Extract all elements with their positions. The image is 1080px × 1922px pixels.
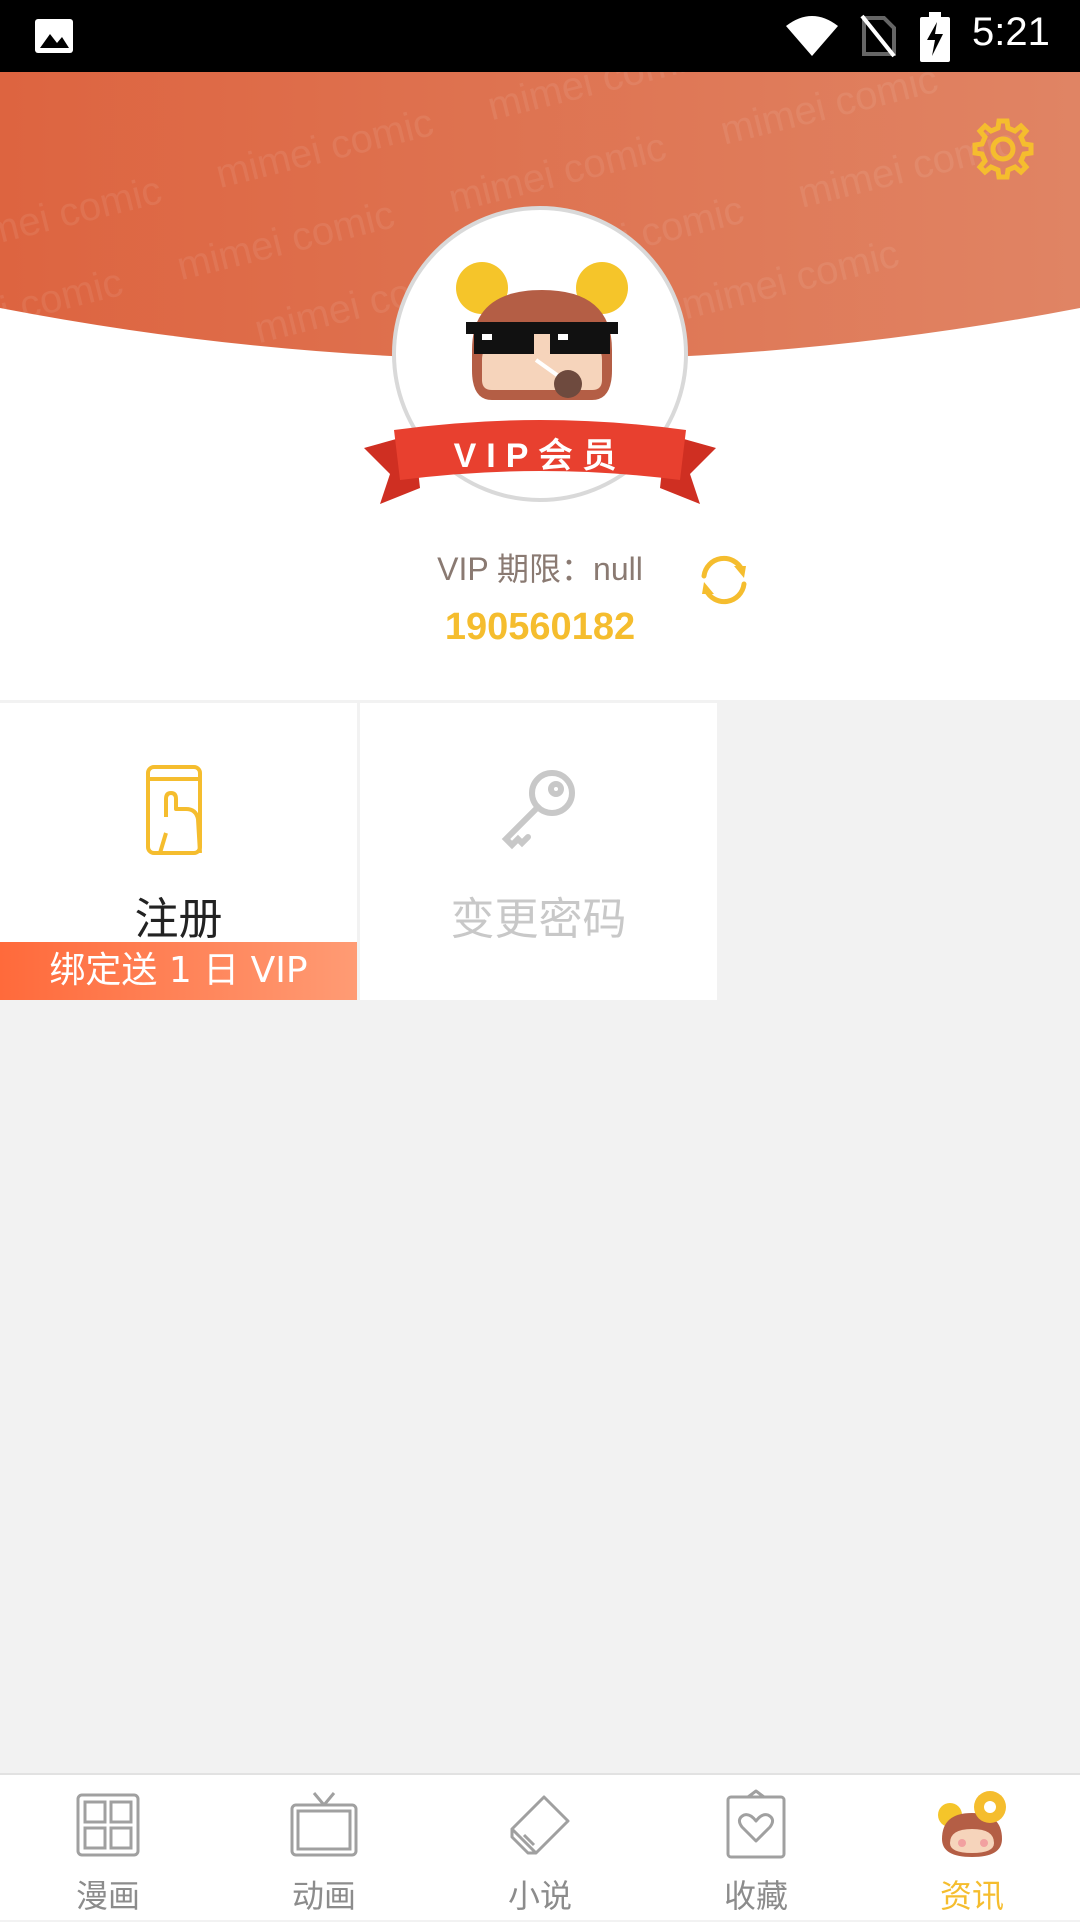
- nav-item-comic[interactable]: 漫画: [0, 1775, 216, 1922]
- wifi-icon: [786, 16, 838, 56]
- avatar[interactable]: VIP会员: [364, 204, 716, 524]
- no-sim-icon: [860, 14, 896, 58]
- battery-charging-icon: [920, 12, 950, 62]
- nav-label-favorites: 收藏: [723, 1877, 788, 1915]
- nav-item-novel[interactable]: 小说: [432, 1775, 648, 1922]
- nav-label-news: 资讯: [939, 1877, 1004, 1915]
- nav-item-favorites[interactable]: 收藏: [648, 1775, 864, 1922]
- nav-label-anime: 动画: [291, 1877, 356, 1915]
- nav-item-news[interactable]: 资讯: [864, 1775, 1080, 1922]
- avatar-icon: [456, 262, 628, 400]
- vip-expiry: VIP 期限：null: [437, 551, 643, 587]
- phone-touch-icon: [146, 765, 202, 855]
- change-password-title: 变更密码: [450, 894, 627, 945]
- gear-icon[interactable]: [970, 116, 1036, 182]
- vip-badge-label: VIP会员: [453, 437, 627, 475]
- status-time: 5:21: [972, 10, 1050, 54]
- bottom-nav: 漫画 动画 小说 收藏 资讯: [0, 1773, 1080, 1920]
- tv-icon: [290, 1792, 358, 1857]
- register-tile[interactable]: 注册 绑定送 1 日 VIP: [0, 703, 357, 1000]
- change-password-tile[interactable]: 变更密码: [360, 703, 717, 1000]
- register-bonus-badge: 绑定送 1 日 VIP: [0, 942, 357, 1000]
- comic-grid-icon: [76, 1793, 140, 1857]
- user-id: 190560182: [444, 606, 636, 648]
- favorite-icon: [726, 1789, 786, 1859]
- mascot-settings-icon: [938, 1791, 1006, 1857]
- nav-label-comic: 漫画: [75, 1877, 140, 1915]
- watermark-text: mimei comic: [0, 323, 205, 392]
- refresh-icon[interactable]: [694, 550, 754, 610]
- nav-item-anime[interactable]: 动画: [216, 1775, 432, 1922]
- nav-label-novel: 小说: [507, 1877, 572, 1915]
- key-icon: [501, 770, 575, 850]
- register-title: 注册: [134, 894, 223, 945]
- status-bar: 5:21: [0, 0, 1080, 72]
- gallery-icon: [35, 19, 73, 53]
- book-icon: [510, 1795, 570, 1855]
